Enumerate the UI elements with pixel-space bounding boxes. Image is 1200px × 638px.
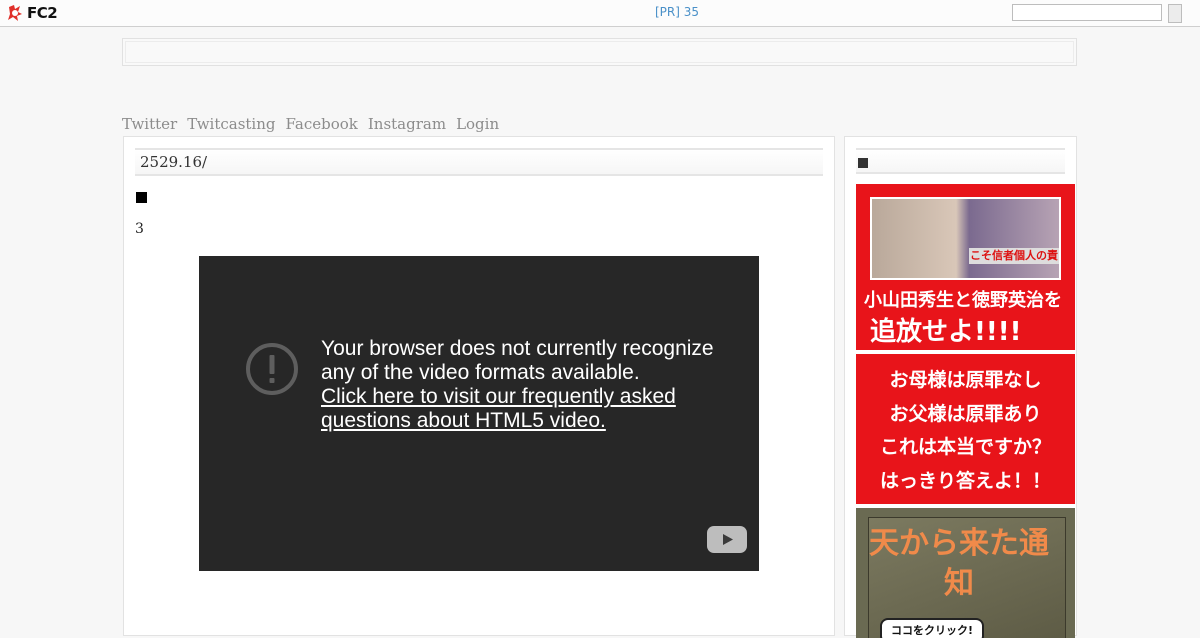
pr-link[interactable]: [PR] 35 [655,5,699,19]
banner-photo [870,197,1061,280]
banner2-line: お父様は原罪あり [889,402,1042,425]
entry-body-text: 3 [135,221,144,237]
video-player[interactable]: Your browser does not currently recogniz… [199,256,759,571]
nav-link-twitcasting[interactable]: Twitcasting [187,115,275,135]
book-title: 天から来た通知 [869,526,1049,601]
error-icon [246,343,298,395]
sidebar-title-bar [856,148,1065,174]
blog-header [122,38,1077,66]
entry-title[interactable]: 2529.16/ [140,153,207,171]
search-input[interactable] [1012,4,1162,21]
sidebar-banner-2[interactable]: お母様は原罪なし お父様は原罪あり これは本当ですか？ はっきり答えよ！！ [856,354,1075,504]
nav-link-twitter[interactable]: Twitter [122,115,177,135]
entry-marker [136,192,147,203]
fc2-logo-icon [8,5,22,21]
banner2-line: お母様は原罪なし [889,369,1042,391]
html5-faq-link[interactable]: Click here to visit our frequently asked… [321,385,721,433]
banner1-line1: 小山田秀生と徳野英治を [864,290,1062,311]
nav-link-facebook[interactable]: Facebook [285,115,357,135]
fc2-logo[interactable]: FC2 [6,3,58,23]
banner2-line: はっきり答えよ！！ [879,469,1051,492]
banner1-line2: 追放せよ!!!! [870,317,1022,347]
sidebar-marker [858,158,868,168]
youtube-play-icon[interactable] [707,526,747,553]
entry-title-bar: 2529.16/ [135,148,823,176]
banner2-line: これは本当ですか？ [879,436,1051,458]
banner2-lines: お母様は原罪なし お父様は原罪あり これは本当ですか？ はっきり答えよ！！ [856,364,1075,498]
click-here-badge[interactable]: ココをクリック! [880,618,984,638]
search-button[interactable] [1168,4,1182,23]
video-error-text: Your browser does not currently recogniz… [321,337,714,384]
video-error-message: Your browser does not currently recogniz… [321,337,721,433]
nav-links: Twitter Twitcasting Facebook Instagram L… [122,115,499,135]
sidebar-banner-1[interactable]: こそ信者個人の責 小山田秀生と徳野英治を 追放せよ!!!! [856,184,1075,350]
sidebar-banner-3[interactable]: 天から来た通知 ココをクリック! [856,508,1075,638]
fc2-topbar: FC2 [PR] 35 [0,0,1200,27]
nav-link-instagram[interactable]: Instagram [368,115,446,135]
blog-header-inner [125,41,1074,63]
nav-link-login[interactable]: Login [456,115,499,135]
fc2-logo-text: FC2 [27,4,58,22]
banner-photo-caption: こそ信者個人の責 [969,248,1059,264]
